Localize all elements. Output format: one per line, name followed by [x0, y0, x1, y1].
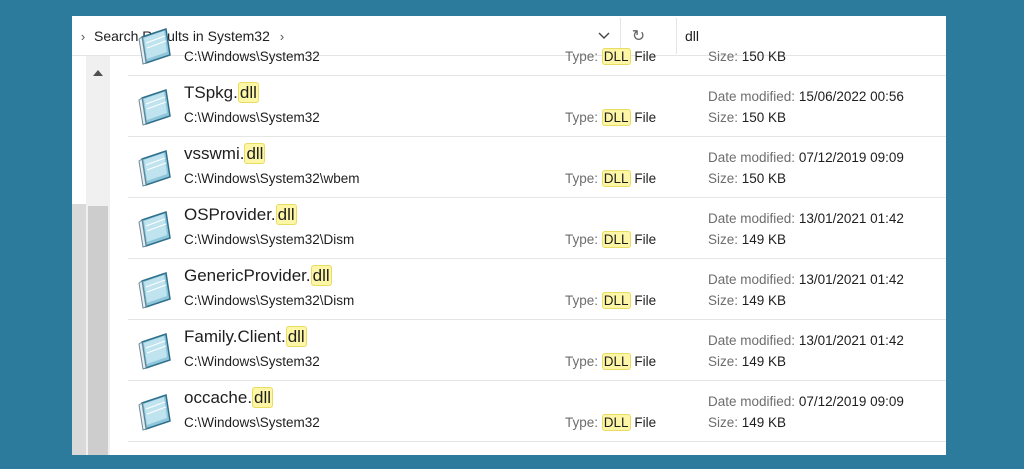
list-item[interactable]: GenericProvider. dll C:\Windows\System32\… [128, 259, 946, 320]
date-modified: Date modified: 07/12/2019 09:09 [708, 150, 904, 165]
search-results-list: C:\Windows\System32 Type: DLL File Size:… [128, 28, 946, 455]
file-size: Size: 149 KB [708, 415, 787, 430]
vertical-scrollbar[interactable] [86, 56, 110, 455]
file-type: Type: DLL File [565, 109, 657, 126]
file-type: Type: DLL File [565, 353, 657, 370]
chevron-up-icon [93, 69, 103, 76]
navigation-pane-strip [72, 204, 86, 455]
chevron-right-icon[interactable]: › [72, 29, 94, 44]
file-type: Type: DLL File [565, 292, 657, 309]
file-name[interactable]: OSProvider. dll [184, 204, 297, 225]
file-size: Size: 150 KB [708, 171, 787, 186]
dll-file-icon [138, 28, 171, 65]
date-modified: Date modified: 13/01/2021 01:42 [708, 272, 904, 287]
dll-file-icon [138, 211, 171, 248]
file-size: Size: 149 KB [708, 293, 787, 308]
date-modified: Date modified: 15/06/2022 00:56 [708, 89, 904, 104]
dll-file-icon [138, 394, 171, 431]
file-name[interactable]: Family.Client. dll [184, 326, 307, 347]
file-name[interactable]: vsswmi. dll [184, 143, 266, 164]
file-path: C:\Windows\System32\Dism [184, 232, 355, 247]
file-path: C:\Windows\System32 [184, 415, 320, 430]
file-size: Size: 149 KB [708, 232, 787, 247]
file-path: C:\Windows\System32 [184, 354, 320, 369]
file-type: Type: DLL File [565, 48, 657, 65]
file-type: Type: DLL File [565, 414, 657, 431]
file-type: Type: DLL File [565, 231, 657, 248]
file-type: Type: DLL File [565, 170, 657, 187]
list-item[interactable]: Family.Client. dll C:\Windows\System32 Ty… [128, 320, 946, 381]
dll-file-icon [138, 89, 171, 126]
file-path: C:\Windows\System32\wbem [184, 171, 360, 186]
list-item[interactable]: occache. dll C:\Windows\System32 Type: DL… [128, 381, 946, 442]
dll-file-icon [138, 150, 171, 187]
list-item[interactable]: vsswmi. dll C:\Windows\System32\wbem Type… [128, 137, 946, 198]
dll-file-icon [138, 272, 171, 309]
file-path: C:\Windows\System32 [184, 110, 320, 125]
dll-file-icon [138, 333, 171, 370]
scroll-thumb[interactable] [88, 206, 108, 455]
file-name[interactable]: TSpkg. dll [184, 82, 259, 103]
file-name[interactable]: GenericProvider. dll [184, 265, 332, 286]
date-modified: Date modified: 07/12/2019 09:09 [708, 394, 904, 409]
file-path: C:\Windows\System32 [184, 49, 320, 64]
list-item[interactable]: OSProvider. dll C:\Windows\System32\Dism … [128, 198, 946, 259]
list-item[interactable]: TSpkg. dll C:\Windows\System32 Type: DLL … [128, 76, 946, 137]
file-size: Size: 150 KB [708, 110, 787, 125]
file-name[interactable]: occache. dll [184, 387, 274, 408]
file-size: Size: 150 KB [708, 49, 787, 64]
explorer-window: › Search Results in System32 › ↻ dll C:\… [72, 16, 946, 455]
date-modified: Date modified: 13/01/2021 01:42 [708, 333, 904, 348]
list-item[interactable]: C:\Windows\System32 Type: DLL File Size:… [128, 16, 946, 76]
file-size: Size: 149 KB [708, 354, 787, 369]
date-modified: Date modified: 13/01/2021 01:42 [708, 211, 904, 226]
file-path: C:\Windows\System32\Dism [184, 293, 355, 308]
scroll-up-button[interactable] [86, 62, 110, 82]
